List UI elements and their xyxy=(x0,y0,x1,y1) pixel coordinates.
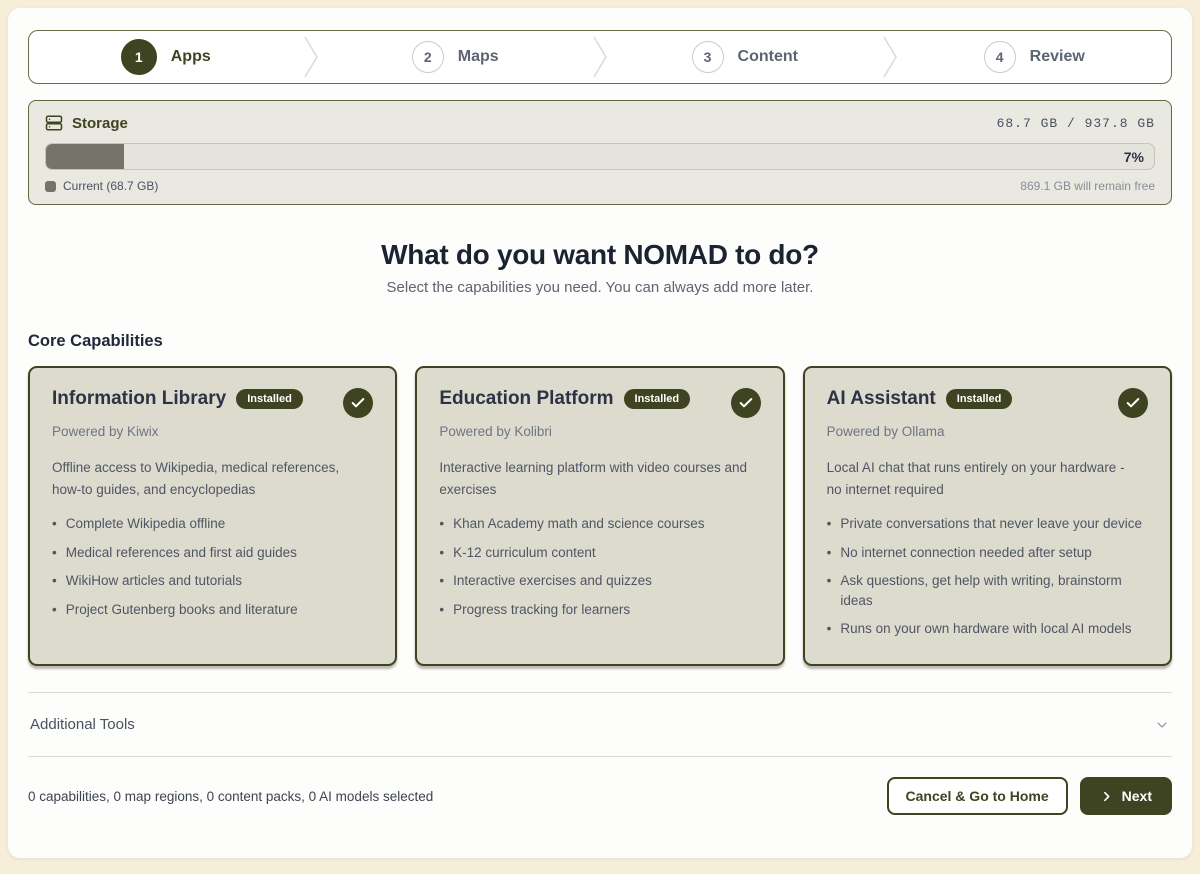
card-bullet: •WikiHow articles and tutorials xyxy=(52,571,373,591)
step-separator-icon xyxy=(303,31,319,83)
storage-percent: 7% xyxy=(1124,144,1144,169)
page-subtitle: Select the capabilities you need. You ca… xyxy=(28,279,1172,296)
card-description: Local AI chat that runs entirely on your… xyxy=(827,457,1137,500)
card-bullet: •Complete Wikipedia offline xyxy=(52,514,373,534)
card-bullet: •Progress tracking for learners xyxy=(439,600,760,620)
cancel-button[interactable]: Cancel & Go to Home xyxy=(887,777,1068,815)
card-powered-by: Powered by Kolibri xyxy=(439,424,760,439)
step-content-number: 3 xyxy=(692,41,724,73)
additional-tools-toggle[interactable]: Additional Tools xyxy=(28,693,1172,756)
card-bullet: •Medical references and first aid guides xyxy=(52,543,373,563)
storage-remaining: 869.1 GB will remain free xyxy=(1020,179,1155,193)
storage-progress-fill xyxy=(46,144,124,169)
step-review-label: Review xyxy=(1030,48,1085,66)
storage-progress-bar: 7% xyxy=(45,143,1155,170)
chevron-down-icon xyxy=(1154,717,1170,733)
card-title: Education Platform xyxy=(439,388,613,410)
storage-panel: Storage 68.7 GB / 937.8 GB 7% Current (6… xyxy=(28,100,1172,205)
card-bullet: •K-12 curriculum content xyxy=(439,543,760,563)
core-capabilities-heading: Core Capabilities xyxy=(28,332,1172,351)
step-maps-number: 2 xyxy=(412,41,444,73)
legend-current-label: Current (68.7 GB) xyxy=(63,179,158,193)
server-icon xyxy=(45,114,63,132)
card-bullet: •Private conversations that never leave … xyxy=(827,514,1148,534)
page-title: What do you want NOMAD to do? xyxy=(28,239,1172,271)
card-bullet: •Interactive exercises and quizzes xyxy=(439,571,760,591)
card-powered-by: Powered by Ollama xyxy=(827,424,1148,439)
step-separator-icon xyxy=(592,31,608,83)
next-button-label: Next xyxy=(1122,788,1152,804)
card-description: Interactive learning platform with video… xyxy=(439,457,749,500)
capability-card-information-library[interactable]: Information Library Installed Powered by… xyxy=(28,366,397,666)
step-apps-number: 1 xyxy=(121,39,157,75)
card-bullet: •Khan Academy math and science courses xyxy=(439,514,760,534)
storage-title: Storage xyxy=(72,115,128,132)
step-maps[interactable]: 2 Maps xyxy=(319,31,593,83)
step-apps[interactable]: 1 Apps xyxy=(29,31,303,83)
step-content-label: Content xyxy=(738,48,798,66)
card-bullet: •Runs on your own hardware with local AI… xyxy=(827,619,1148,639)
installed-badge: Installed xyxy=(624,389,691,409)
check-circle-icon xyxy=(1118,388,1148,418)
next-button[interactable]: Next xyxy=(1080,777,1172,815)
card-title: Information Library xyxy=(52,388,226,410)
card-title: AI Assistant xyxy=(827,388,936,410)
check-circle-icon xyxy=(343,388,373,418)
card-bullet: •Project Gutenberg books and literature xyxy=(52,600,373,620)
chevron-right-icon xyxy=(1100,790,1113,803)
installed-badge: Installed xyxy=(946,389,1013,409)
card-bullet: •No internet connection needed after set… xyxy=(827,543,1148,563)
step-review-number: 4 xyxy=(984,41,1016,73)
card-bullet: •Ask questions, get help with writing, b… xyxy=(827,571,1148,610)
selection-summary: 0 capabilities, 0 map regions, 0 content… xyxy=(28,789,433,804)
wizard-panel: 1 Apps 2 Maps 3 Content 4 Review xyxy=(8,8,1192,858)
capability-card-education-platform[interactable]: Education Platform Installed Powered by … xyxy=(415,366,784,666)
step-content[interactable]: 3 Content xyxy=(608,31,882,83)
check-circle-icon xyxy=(731,388,761,418)
step-review[interactable]: 4 Review xyxy=(898,31,1172,83)
step-separator-icon xyxy=(882,31,898,83)
legend-current-swatch xyxy=(45,181,56,192)
wizard-stepper: 1 Apps 2 Maps 3 Content 4 Review xyxy=(28,30,1172,84)
storage-usage: 68.7 GB / 937.8 GB xyxy=(997,116,1155,131)
card-powered-by: Powered by Kiwix xyxy=(52,424,373,439)
card-description: Offline access to Wikipedia, medical ref… xyxy=(52,457,362,500)
step-maps-label: Maps xyxy=(458,48,499,66)
installed-badge: Installed xyxy=(236,389,303,409)
additional-tools-label: Additional Tools xyxy=(30,716,135,733)
capability-card-ai-assistant[interactable]: AI Assistant Installed Powered by Ollama… xyxy=(803,366,1172,666)
step-apps-label: Apps xyxy=(171,48,211,66)
capability-cards: Information Library Installed Powered by… xyxy=(28,366,1172,666)
